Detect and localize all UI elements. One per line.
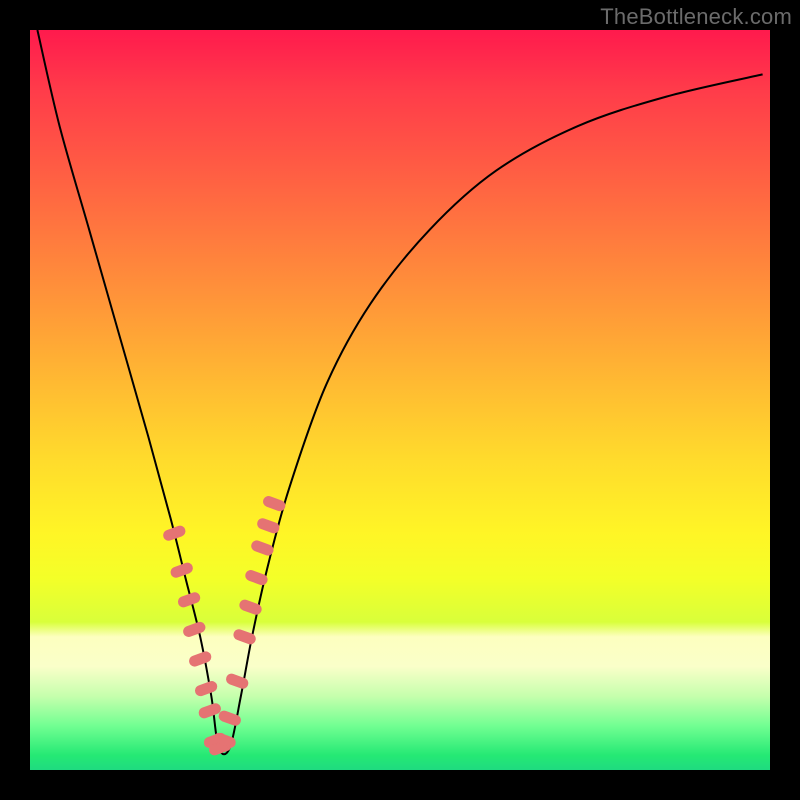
curve-marker [188, 651, 212, 668]
curve-marker [244, 569, 268, 586]
curve-marker [262, 495, 286, 512]
curve-marker [250, 540, 274, 557]
watermark-text: TheBottleneck.com [600, 4, 792, 30]
curve-marker [162, 525, 186, 542]
curve-marker [198, 702, 222, 719]
plot-area [30, 30, 770, 770]
bottleneck-curve [37, 30, 762, 754]
marker-group [162, 495, 286, 756]
curve-marker [182, 621, 206, 638]
chart-frame: TheBottleneck.com [0, 0, 800, 800]
curve-marker [256, 517, 280, 534]
curve-svg [30, 30, 770, 770]
curve-marker [194, 680, 218, 697]
